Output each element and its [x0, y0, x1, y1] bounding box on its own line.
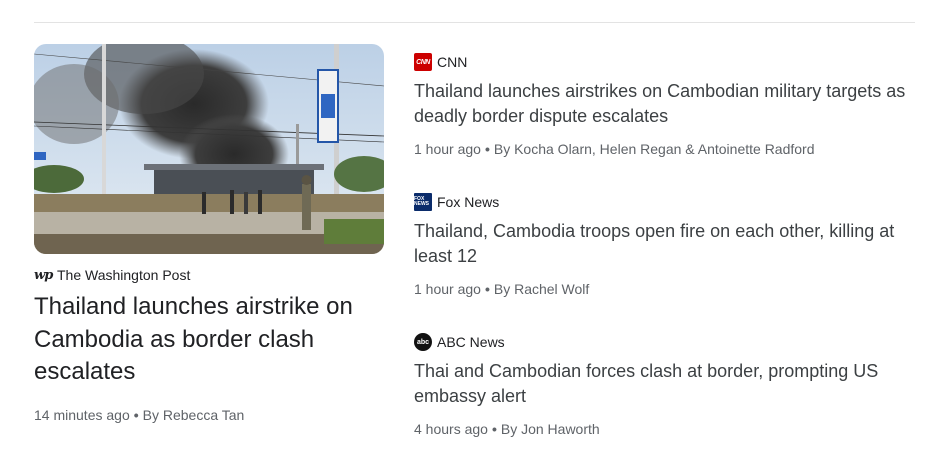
story-meta: 4 hours ago • By Jon Haworth — [414, 421, 914, 437]
separator: • — [133, 406, 139, 423]
separator: • — [484, 281, 490, 297]
featured-story[interactable]: wp The Washington Post Thailand launches… — [34, 44, 384, 423]
byline: By Rebecca Tan — [142, 406, 245, 423]
washington-post-logo-icon: wp — [34, 267, 53, 283]
story-source: FOX NEWS Fox News — [414, 193, 914, 211]
top-divider — [34, 22, 915, 23]
source-name: CNN — [437, 54, 468, 70]
fox-logo-text: FOX NEWS — [414, 196, 429, 207]
source-name: The Washington Post — [57, 267, 191, 283]
separator: • — [491, 421, 497, 437]
abc-news-logo-icon: abc — [414, 333, 432, 351]
timestamp: 4 hours ago — [414, 421, 488, 437]
story-source: CNN CNN — [414, 53, 914, 71]
story-headline[interactable]: Thai and Cambodian forces clash at borde… — [414, 359, 914, 409]
source-name: ABC News — [437, 334, 505, 350]
story-headline[interactable]: Thailand launches airstrikes on Cambodia… — [414, 79, 914, 129]
byline: By Rachel Wolf — [493, 281, 590, 297]
featured-source: wp The Washington Post — [34, 266, 384, 284]
timestamp: 1 hour ago — [414, 281, 481, 297]
story-source: abc ABC News — [414, 333, 914, 351]
source-name: Fox News — [437, 194, 500, 210]
byline: By Jon Haworth — [500, 421, 600, 437]
story-meta: 1 hour ago • By Rachel Wolf — [414, 281, 914, 297]
timestamp: 1 hour ago — [414, 141, 481, 157]
news-story-fox[interactable]: FOX NEWS Fox News Thailand, Cambodia tro… — [414, 193, 914, 297]
featured-headline[interactable]: Thailand launches airstrike on Cambodia … — [34, 291, 384, 389]
separator: • — [484, 141, 490, 157]
smoke-photo-image — [34, 44, 384, 254]
story-headline[interactable]: Thailand, Cambodia troops open fire on e… — [414, 219, 914, 269]
featured-meta: 14 minutes ago • By Rebecca Tan — [34, 407, 384, 423]
news-story-abc[interactable]: abc ABC News Thai and Cambodian forces c… — [414, 333, 914, 437]
featured-thumbnail[interactable] — [34, 44, 384, 254]
cnn-logo-icon: CNN — [414, 53, 432, 71]
byline: By Kocha Olarn, Helen Regan & Antoinette… — [493, 141, 815, 157]
fox-news-logo-icon: FOX NEWS — [414, 193, 432, 211]
timestamp: 14 minutes ago — [34, 406, 130, 423]
story-meta: 1 hour ago • By Kocha Olarn, Helen Regan &… — [414, 141, 914, 157]
news-story-cnn[interactable]: CNN CNN Thailand launches airstrikes on … — [414, 53, 914, 157]
